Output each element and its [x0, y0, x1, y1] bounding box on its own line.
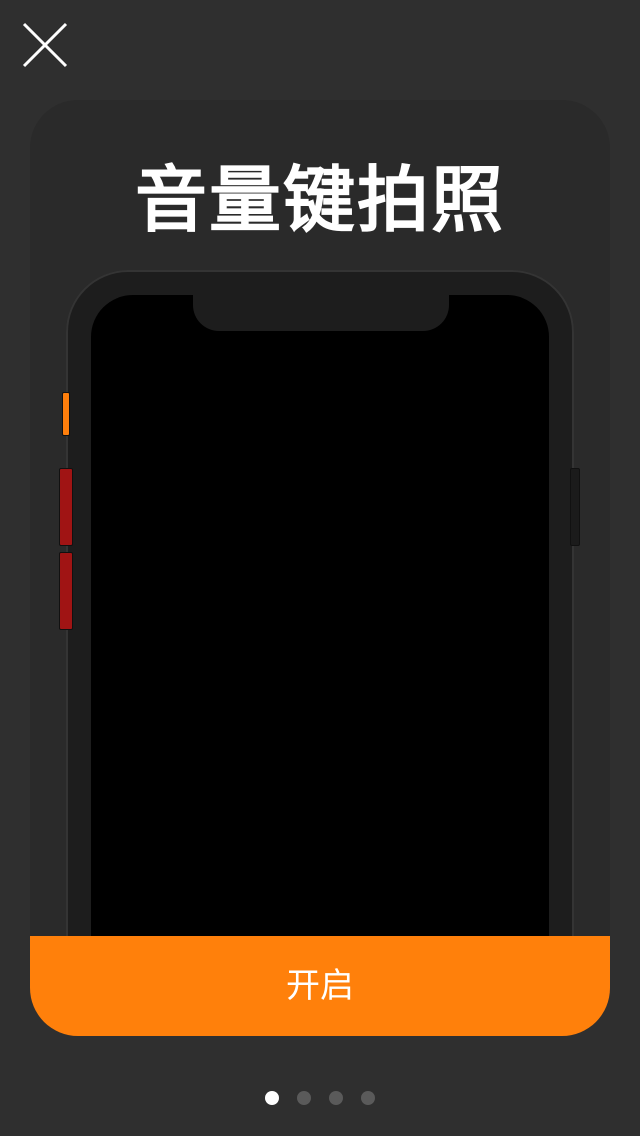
volume-up-button	[59, 468, 73, 546]
power-button	[570, 468, 580, 546]
phone-illustration	[66, 270, 574, 1010]
close-icon	[22, 22, 68, 68]
phone-notch	[193, 295, 449, 331]
phone-screen	[91, 295, 549, 1010]
page-dot[interactable]	[361, 1091, 375, 1105]
close-button[interactable]	[18, 18, 72, 72]
mute-switch	[62, 392, 70, 436]
page-dot[interactable]	[297, 1091, 311, 1105]
page-dot[interactable]	[329, 1091, 343, 1105]
volume-down-button	[59, 552, 73, 630]
page-dot[interactable]	[265, 1091, 279, 1105]
page-title: 音量键拍照	[134, 158, 505, 242]
open-button[interactable]: 开启	[30, 936, 610, 1036]
page-indicator	[0, 1091, 640, 1107]
